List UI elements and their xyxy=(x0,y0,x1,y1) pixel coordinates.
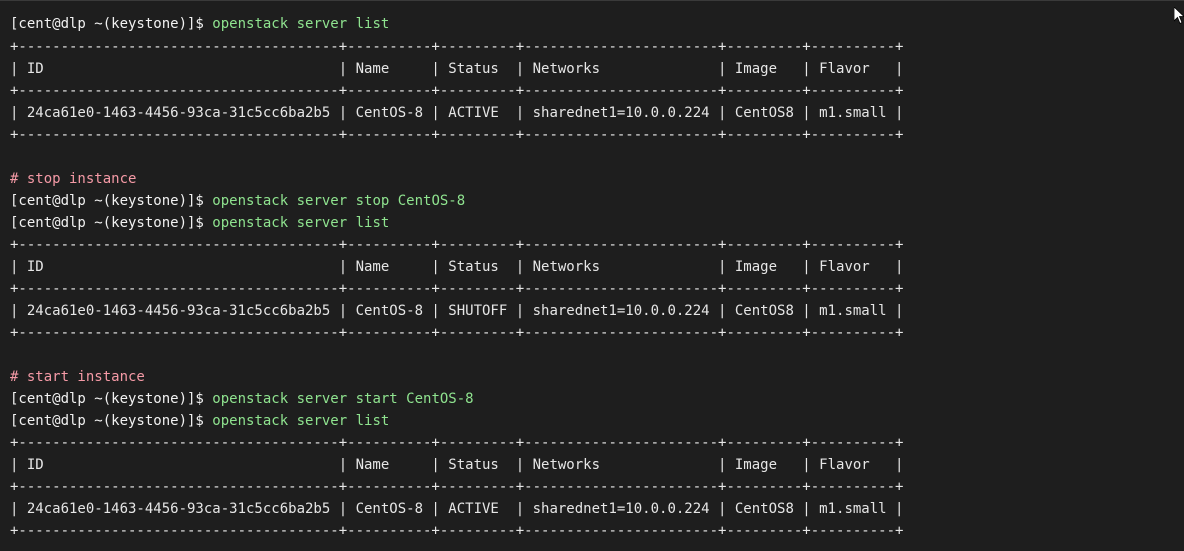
table-border: +--------------------------------------+… xyxy=(10,523,904,539)
table-header: | ID | Name | Status | Networks | Image … xyxy=(10,457,904,473)
shell-prompt: [cent@dlp ~(keystone)]$ xyxy=(10,16,213,32)
mouse-pointer-icon xyxy=(1174,7,1184,25)
prompt-line: [cent@dlp ~(keystone)]$ openstack server… xyxy=(10,212,389,234)
command-text: openstack server start CentOS-8 xyxy=(212,391,474,407)
shell-prompt: [cent@dlp ~(keystone)]$ xyxy=(10,215,213,231)
command-text: openstack server list xyxy=(212,16,390,32)
table-border: +--------------------------------------+… xyxy=(10,237,904,253)
prompt-line: [cent@dlp ~(keystone)]$ openstack server… xyxy=(10,410,389,432)
table-header: | ID | Name | Status | Networks | Image … xyxy=(10,61,904,77)
table-border: +--------------------------------------+… xyxy=(10,479,904,495)
prompt-line: [cent@dlp ~(keystone)]$ openstack server… xyxy=(10,190,465,212)
table-border: +--------------------------------------+… xyxy=(10,325,904,341)
table-row: | 24ca61e0-1463-4456-93ca-31c5cc6ba2b5 |… xyxy=(10,105,904,121)
table-header: | ID | Name | Status | Networks | Image … xyxy=(10,259,904,275)
table-border: +--------------------------------------+… xyxy=(10,281,904,297)
table-border: +--------------------------------------+… xyxy=(10,83,904,99)
shell-prompt: [cent@dlp ~(keystone)]$ xyxy=(10,413,213,429)
table-border: +--------------------------------------+… xyxy=(10,39,904,55)
shell-prompt: [cent@dlp ~(keystone)]$ xyxy=(10,391,213,407)
command-text: openstack server list xyxy=(212,413,390,429)
table-row: | 24ca61e0-1463-4456-93ca-31c5cc6ba2b5 |… xyxy=(10,303,904,319)
table-border: +--------------------------------------+… xyxy=(10,435,904,451)
command-text: openstack server stop CentOS-8 xyxy=(212,193,466,209)
command-text: openstack server list xyxy=(212,215,390,231)
shell-prompt: [cent@dlp ~(keystone)]$ xyxy=(10,193,213,209)
terminal-window[interactable]: [cent@dlp ~(keystone)]$ openstack server… xyxy=(0,0,1184,551)
prompt-line: [cent@dlp ~(keystone)]$ openstack server… xyxy=(10,388,474,410)
comment-line: # start instance xyxy=(10,369,145,385)
comment-line: # stop instance xyxy=(10,171,137,187)
table-row: | 24ca61e0-1463-4456-93ca-31c5cc6ba2b5 |… xyxy=(10,501,904,517)
table-border: +--------------------------------------+… xyxy=(10,127,904,143)
prompt-line: [cent@dlp ~(keystone)]$ openstack server… xyxy=(10,13,389,35)
